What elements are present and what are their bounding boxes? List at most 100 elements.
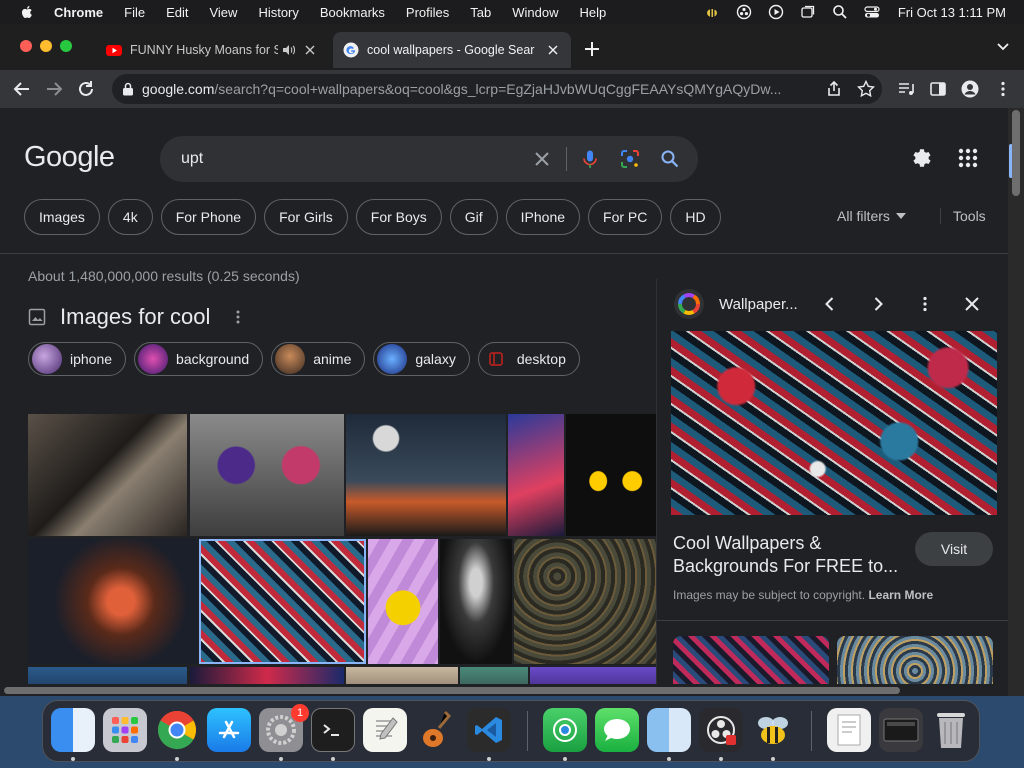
- obs-icon[interactable]: [699, 708, 743, 752]
- image-result-wolf[interactable]: [508, 414, 564, 536]
- lock-icon[interactable]: [122, 82, 134, 96]
- bee-app-icon[interactable]: [751, 708, 795, 752]
- reload-icon[interactable]: [76, 79, 96, 99]
- search-magnifier-icon[interactable]: [660, 149, 680, 169]
- chip-for-pc[interactable]: For PC: [588, 199, 663, 235]
- menu-edit[interactable]: Edit: [166, 5, 188, 20]
- image-result-cat-sunglasses[interactable]: [190, 414, 344, 536]
- refine-chip-desktop[interactable]: desktop: [477, 342, 580, 376]
- media-control-icon[interactable]: [897, 80, 915, 98]
- textedit-icon[interactable]: [363, 708, 407, 752]
- menu-file[interactable]: File: [124, 5, 145, 20]
- google-lens-icon[interactable]: [620, 149, 640, 169]
- play-status-icon[interactable]: [768, 4, 784, 20]
- horizontal-scrollbar[interactable]: [0, 684, 1008, 696]
- previous-chevron-icon[interactable]: [821, 295, 839, 313]
- system-settings-icon[interactable]: 1: [259, 704, 309, 752]
- visit-button[interactable]: Visit: [915, 532, 993, 566]
- menu-profiles[interactable]: Profiles: [406, 5, 449, 20]
- recent-screenshot-icon[interactable]: [879, 708, 923, 752]
- spotlight-search-icon[interactable]: [832, 4, 848, 20]
- side-panel-icon[interactable]: [929, 80, 947, 98]
- refine-chip-anime[interactable]: anime: [271, 342, 366, 376]
- image-result-doodle-selected[interactable]: [199, 539, 366, 664]
- tab-husky-video[interactable]: FUNNY Husky Moans for S: [96, 32, 328, 68]
- kebab-menu-icon[interactable]: [994, 80, 1012, 98]
- chip-for-boys[interactable]: For Boys: [355, 199, 442, 235]
- refine-chip-background[interactable]: background: [134, 342, 264, 376]
- next-chevron-icon[interactable]: [869, 295, 887, 313]
- close-preview-icon[interactable]: [963, 295, 981, 313]
- clear-search-icon[interactable]: [532, 149, 552, 169]
- image-result-pattern[interactable]: [514, 539, 656, 664]
- obs-status-icon[interactable]: [736, 4, 752, 20]
- terminal-icon[interactable]: [311, 708, 355, 752]
- source-favicon[interactable]: [674, 289, 704, 319]
- speaker-muted-icon[interactable]: [282, 43, 296, 57]
- preview-title[interactable]: Cool Wallpapers & Backgrounds For FREE t…: [673, 532, 903, 578]
- image-result-black-cat-eyes[interactable]: [566, 414, 656, 536]
- address-bar[interactable]: google.com/search?q=cool+wallpapers&oq=c…: [112, 74, 882, 104]
- image-result-astronaut[interactable]: [28, 539, 197, 664]
- scroll-thumb[interactable]: [4, 687, 900, 694]
- menu-window[interactable]: Window: [512, 5, 558, 20]
- preview-source-name[interactable]: Wallpaper...: [719, 296, 798, 313]
- tools-button[interactable]: Tools: [940, 208, 986, 224]
- refine-chip-iphone[interactable]: iphone: [28, 342, 127, 376]
- all-filters-button[interactable]: All filters: [837, 208, 906, 224]
- chip-for-phone[interactable]: For Phone: [160, 199, 257, 235]
- messages-icon[interactable]: [595, 708, 639, 752]
- tab-search-chevron-icon[interactable]: [996, 42, 1010, 52]
- forward-arrow-icon[interactable]: [44, 79, 64, 99]
- more-options-icon[interactable]: [236, 310, 240, 324]
- menu-help[interactable]: Help: [580, 5, 607, 20]
- recent-document-icon[interactable]: [827, 708, 871, 752]
- close-window-button[interactable]: [20, 40, 32, 52]
- zoom-window-button[interactable]: [60, 40, 72, 52]
- chip-images[interactable]: Images: [24, 199, 100, 235]
- image-result-joker[interactable]: [440, 539, 512, 664]
- image-result-moon-car[interactable]: [346, 414, 506, 536]
- chip-4k[interactable]: 4k: [107, 199, 153, 235]
- launchpad-icon[interactable]: [103, 708, 147, 752]
- chip-hd[interactable]: HD: [670, 199, 721, 235]
- close-tab-icon[interactable]: [545, 42, 561, 58]
- search-box[interactable]: upt: [160, 136, 698, 182]
- google-apps-grid-icon[interactable]: [956, 146, 980, 170]
- close-tab-icon[interactable]: [302, 42, 318, 58]
- settings-gear-icon[interactable]: [909, 146, 933, 170]
- minimize-window-button[interactable]: [40, 40, 52, 52]
- menu-tab[interactable]: Tab: [470, 5, 491, 20]
- search-input[interactable]: upt: [181, 150, 203, 168]
- google-logo[interactable]: Google: [24, 141, 115, 174]
- image-result-leopard[interactable]: [28, 414, 187, 536]
- back-arrow-icon[interactable]: [12, 79, 32, 99]
- chip-gif[interactable]: Gif: [449, 199, 498, 235]
- vertical-scrollbar[interactable]: [1008, 108, 1024, 696]
- menu-bookmarks[interactable]: Bookmarks: [320, 5, 385, 20]
- control-center-icon[interactable]: [864, 4, 880, 20]
- preview-image[interactable]: [671, 331, 997, 515]
- voice-search-mic-icon[interactable]: [580, 149, 600, 169]
- learn-more-link[interactable]: Learn More: [868, 588, 933, 602]
- chip-for-girls[interactable]: For Girls: [264, 199, 348, 235]
- chip-iphone[interactable]: IPhone: [505, 199, 581, 235]
- preview-more-icon[interactable]: [916, 295, 934, 313]
- chrome-icon[interactable]: [155, 708, 199, 752]
- menu-view[interactable]: View: [209, 5, 237, 20]
- menu-history[interactable]: History: [258, 5, 298, 20]
- scroll-thumb[interactable]: [1012, 110, 1020, 196]
- bookmark-star-icon[interactable]: [857, 80, 875, 98]
- new-tab-icon[interactable]: [583, 40, 601, 58]
- refine-chip-galaxy[interactable]: galaxy: [373, 342, 470, 376]
- share-icon[interactable]: [825, 80, 843, 98]
- tab-cool-wallpapers[interactable]: cool wallpapers - Google Sear: [333, 32, 571, 68]
- menubar-clock[interactable]: Fri Oct 13 1:11 PM: [898, 5, 1006, 20]
- garageband-icon[interactable]: [415, 708, 459, 752]
- vscode-icon[interactable]: [467, 708, 511, 752]
- trash-icon[interactable]: [929, 708, 973, 752]
- image-result-smiley[interactable]: [368, 539, 438, 664]
- app-store-icon[interactable]: [207, 708, 251, 752]
- finder-secondary-icon[interactable]: [647, 708, 691, 752]
- images-section-title[interactable]: Images for cool: [60, 304, 210, 330]
